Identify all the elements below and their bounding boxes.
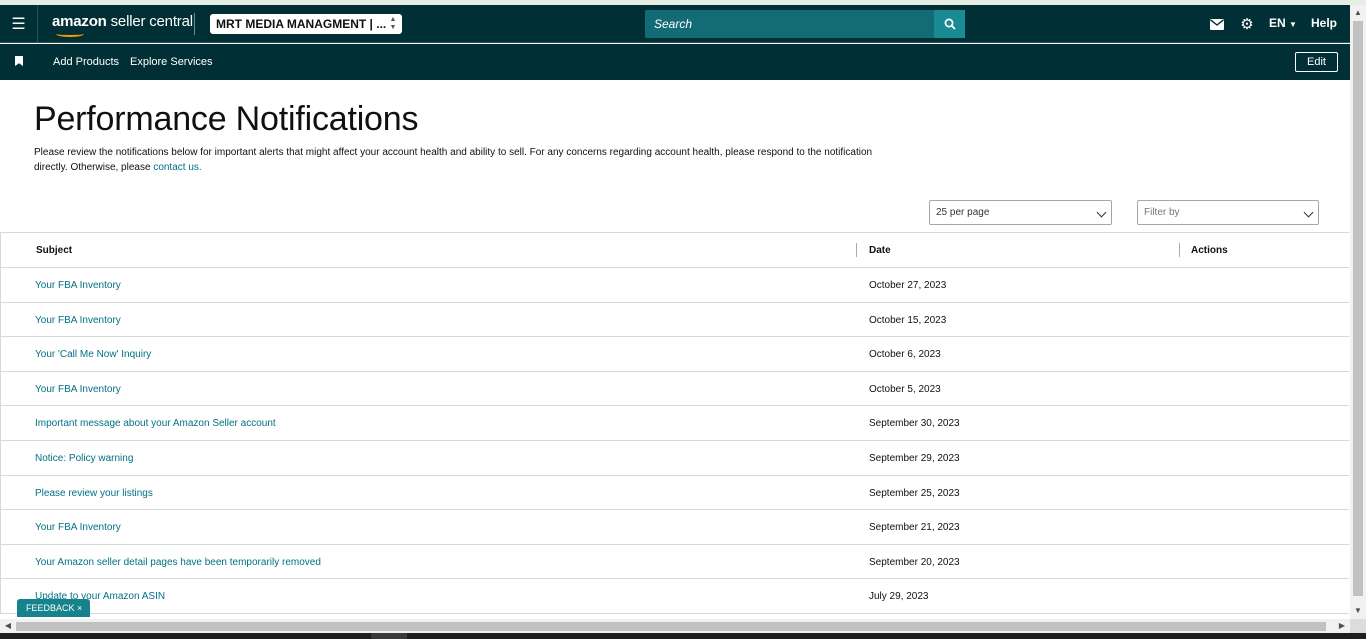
column-divider[interactable]: [856, 243, 857, 257]
search-button[interactable]: [934, 10, 965, 38]
notification-subject-link[interactable]: Notice: Policy warning: [35, 453, 133, 464]
nav-explore-services[interactable]: Explore Services: [130, 56, 213, 68]
brand-logo[interactable]: amazon seller central: [52, 13, 193, 31]
chevron-down-icon: [1303, 207, 1314, 218]
contact-us-link[interactable]: contact us.: [153, 162, 201, 173]
search-placeholder: Search: [654, 17, 693, 31]
notification-subject-link[interactable]: Your 'Call Me Now' Inquiry: [35, 349, 151, 360]
feedback-label: FEEDBACK: [26, 603, 75, 613]
notification-subject-link[interactable]: Your FBA Inventory: [35, 522, 121, 533]
notification-date: September 25, 2023: [869, 487, 960, 499]
notification-date: July 29, 2023: [869, 591, 929, 603]
notification-subject-link[interactable]: Your FBA Inventory: [35, 384, 121, 395]
top-header: ☰ amazon seller central MRT MEDIA MANAGM…: [0, 5, 1350, 43]
feedback-button[interactable]: FEEDBACK ×: [17, 599, 90, 617]
notification-subject-link[interactable]: Important message about your Amazon Sell…: [35, 418, 276, 429]
filter-select[interactable]: Filter by: [1137, 200, 1319, 225]
search-icon: [944, 18, 956, 30]
scrollbar-thumb[interactable]: [1353, 21, 1363, 596]
amazon-smile-logo: [56, 31, 84, 37]
edit-button[interactable]: Edit: [1295, 52, 1338, 72]
close-icon[interactable]: ×: [77, 603, 82, 613]
notification-date: October 5, 2023: [869, 383, 941, 395]
notification-date: September 29, 2023: [869, 452, 960, 464]
table-row: Your FBA Inventory October 5, 2023: [1, 372, 1349, 407]
horizontal-scrollbar[interactable]: ◀ ▶: [0, 619, 1350, 633]
updown-arrows-icon: ▲ ▼: [389, 16, 397, 31]
per-page-value: 25 per page: [936, 207, 990, 218]
language-label: EN: [1269, 16, 1286, 30]
column-divider[interactable]: [1179, 243, 1180, 257]
scroll-down-arrow[interactable]: ▼: [1350, 603, 1366, 619]
brand-suffix: seller central: [106, 13, 193, 30]
chevron-down-icon: [1096, 207, 1107, 218]
notification-date: September 20, 2023: [869, 556, 960, 568]
nav-bar: Add Products Explore Services Edit: [0, 44, 1350, 80]
notification-subject-link[interactable]: Your FBA Inventory: [35, 315, 121, 326]
table-row: Important message about your Amazon Sell…: [1, 406, 1349, 441]
mail-icon[interactable]: [1209, 15, 1225, 33]
page-description: Please review the notifications below fo…: [34, 145, 894, 175]
scrollbar-thumb[interactable]: [16, 622, 1326, 631]
notification-date: October 15, 2023: [869, 314, 947, 326]
account-name: MRT MEDIA MANAGMENT | ...: [216, 17, 387, 31]
bookmark-icon[interactable]: [15, 56, 23, 66]
column-actions: Actions: [1191, 245, 1228, 256]
scroll-up-arrow[interactable]: ▲: [1350, 5, 1366, 21]
table-row: Your Amazon seller detail pages have bee…: [1, 545, 1349, 580]
per-page-select[interactable]: 25 per page: [929, 200, 1112, 225]
gear-icon[interactable]: ⚙: [1239, 15, 1255, 33]
filter-placeholder: Filter by: [1144, 207, 1180, 218]
search-input[interactable]: Search: [645, 10, 934, 38]
notification-subject-link[interactable]: Please review your listings: [35, 488, 153, 499]
table-body: Your FBA Inventory October 27, 2023 Your F…: [1, 268, 1349, 614]
table-row: Update to your Amazon ASIN July 29, 2023: [1, 579, 1349, 614]
account-switcher[interactable]: MRT MEDIA MANAGMENT | ... ▲ ▼: [210, 14, 402, 34]
nav-add-products[interactable]: Add Products: [53, 56, 119, 68]
column-date[interactable]: Date: [869, 245, 891, 256]
notifications-table: Subject Date Actions Your FBA Inventory O…: [0, 232, 1349, 614]
chevron-down-icon: ▼: [1289, 20, 1297, 29]
notification-date: September 30, 2023: [869, 418, 960, 430]
column-subject[interactable]: Subject: [36, 245, 72, 256]
scroll-right-arrow[interactable]: ▶: [1334, 619, 1350, 633]
table-row: Your 'Call Me Now' Inquiry October 6, 202…: [1, 337, 1349, 372]
menu-icon[interactable]: ☰: [0, 5, 38, 43]
notification-date: October 27, 2023: [869, 280, 947, 291]
notification-date: September 21, 2023: [869, 522, 960, 534]
table-row: Your FBA Inventory October 27, 2023: [1, 268, 1349, 303]
table-row: Notice: Policy warning September 29, 2023: [1, 441, 1349, 476]
taskbar-item[interactable]: [371, 633, 407, 639]
notification-subject-link[interactable]: Your Amazon seller detail pages have bee…: [35, 557, 321, 568]
brand-name: amazon: [52, 13, 107, 30]
table-row: Please review your listings September 25,…: [1, 476, 1349, 511]
notification-date: October 6, 2023: [869, 349, 941, 361]
taskbar: [0, 633, 1366, 639]
page-title: Performance Notifications: [34, 100, 419, 138]
language-selector[interactable]: EN ▼: [1269, 16, 1297, 30]
table-header: Subject Date Actions: [1, 233, 1349, 268]
table-row: Your FBA Inventory October 15, 2023: [1, 303, 1349, 338]
notification-subject-link[interactable]: Your FBA Inventory: [35, 280, 121, 291]
table-row: Your FBA Inventory September 21, 2023: [1, 510, 1349, 545]
vertical-scrollbar[interactable]: ▲ ▼: [1350, 5, 1366, 619]
scrollbar-corner: [1350, 619, 1366, 633]
scroll-left-arrow[interactable]: ◀: [0, 619, 16, 633]
help-link[interactable]: Help: [1311, 16, 1337, 30]
main-content: Performance Notifications Please review …: [0, 80, 1350, 619]
divider: [194, 13, 195, 35]
